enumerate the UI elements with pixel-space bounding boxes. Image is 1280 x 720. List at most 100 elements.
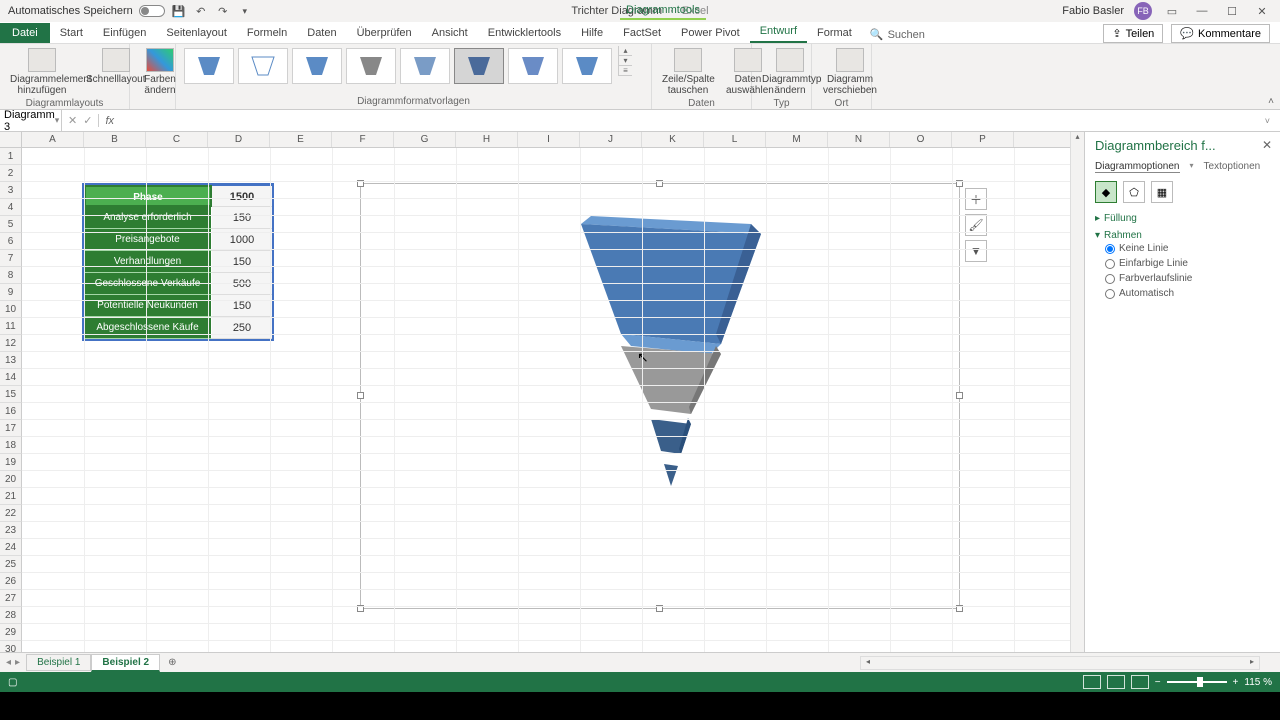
tab-data[interactable]: Daten — [297, 23, 346, 43]
cancel-icon[interactable]: ✕ — [68, 114, 77, 127]
column-header[interactable]: G — [394, 132, 456, 147]
column-header[interactable]: C — [146, 132, 208, 147]
row-header[interactable]: 3 — [0, 182, 22, 199]
chart-style-4[interactable] — [346, 48, 396, 84]
tab-start[interactable]: Start — [50, 23, 93, 43]
column-header[interactable]: P — [952, 132, 1014, 147]
row-header[interactable]: 23 — [0, 522, 22, 539]
row-header[interactable]: 29 — [0, 624, 22, 641]
maximize-icon[interactable]: ☐ — [1222, 5, 1242, 18]
row-header[interactable]: 14 — [0, 369, 22, 386]
column-header[interactable]: M — [766, 132, 828, 147]
row-header[interactable]: 22 — [0, 505, 22, 522]
column-header[interactable]: D — [208, 132, 270, 147]
size-properties-icon[interactable]: ▦ — [1151, 181, 1173, 203]
worksheet[interactable]: ABCDEFGHIJKLMNOP 12345678910111213141516… — [0, 132, 1070, 652]
zoom-slider[interactable] — [1167, 681, 1227, 683]
row-header[interactable]: 24 — [0, 539, 22, 556]
minimize-icon[interactable]: ― — [1192, 5, 1212, 17]
row-header[interactable]: 13 — [0, 352, 22, 369]
tab-help[interactable]: Hilfe — [571, 23, 613, 43]
row-header[interactable]: 27 — [0, 590, 22, 607]
row-header[interactable]: 19 — [0, 454, 22, 471]
tab-factset[interactable]: FactSet — [613, 23, 671, 43]
chart-style-5[interactable] — [400, 48, 450, 84]
tab-developer[interactable]: Entwicklertools — [478, 23, 571, 43]
tell-me-search[interactable]: 🔍 Suchen — [862, 26, 933, 43]
page-break-view-icon[interactable] — [1131, 675, 1149, 689]
record-macro-icon[interactable]: ▢ — [8, 677, 17, 688]
chart-style-2[interactable] — [238, 48, 288, 84]
autosave-toggle[interactable] — [139, 5, 165, 17]
horizontal-scrollbar[interactable]: ◂▸ — [860, 656, 1260, 670]
comments-button[interactable]: 💬 Kommentare — [1171, 24, 1270, 43]
chart-style-3[interactable] — [292, 48, 342, 84]
add-sheet-icon[interactable]: ⊕ — [160, 657, 184, 668]
close-icon[interactable]: ✕ — [1252, 5, 1272, 18]
tab-insert[interactable]: Einfügen — [93, 23, 156, 43]
pane-tab-text-options[interactable]: Textoptionen — [1204, 161, 1261, 173]
user-avatar[interactable]: FB — [1134, 2, 1152, 20]
gallery-scroll[interactable]: ▴▾≡ — [618, 46, 632, 76]
tab-review[interactable]: Überprüfen — [347, 23, 422, 43]
chart-style-6[interactable] — [454, 48, 504, 84]
qat-customize-icon[interactable]: ▾ — [237, 3, 253, 19]
row-header[interactable]: 28 — [0, 607, 22, 624]
tab-pagelayout[interactable]: Seitenlayout — [156, 23, 237, 43]
border-option-none[interactable]: Keine Linie — [1095, 241, 1270, 256]
page-layout-view-icon[interactable] — [1107, 675, 1125, 689]
row-header[interactable]: 5 — [0, 216, 22, 233]
border-option-gradient[interactable]: Farbverlaufslinie — [1095, 271, 1270, 286]
sheet-tab[interactable]: Beispiel 1 — [26, 654, 91, 671]
zoom-level[interactable]: 115 % — [1244, 677, 1272, 688]
save-icon[interactable]: 💾 — [171, 3, 187, 19]
column-header[interactable]: I — [518, 132, 580, 147]
row-header[interactable]: 8 — [0, 267, 22, 284]
zoom-in-icon[interactable]: + — [1233, 677, 1239, 688]
expand-formula-bar-icon[interactable]: ˅ — [1265, 116, 1280, 126]
row-header[interactable]: 9 — [0, 284, 22, 301]
tab-powerpivot[interactable]: Power Pivot — [671, 23, 750, 43]
border-option-solid[interactable]: Einfarbige Linie — [1095, 256, 1270, 271]
row-header[interactable]: 21 — [0, 488, 22, 505]
ribbon-display-icon[interactable]: ▭ — [1162, 5, 1182, 18]
column-header[interactable]: N — [828, 132, 890, 147]
column-header[interactable]: L — [704, 132, 766, 147]
border-section-header[interactable]: ▾ Rahmen — [1095, 230, 1270, 241]
pane-tab-chart-options[interactable]: Diagrammoptionen — [1095, 161, 1180, 173]
row-header[interactable]: 15 — [0, 386, 22, 403]
row-header[interactable]: 17 — [0, 420, 22, 437]
column-header[interactable]: A — [22, 132, 84, 147]
close-pane-icon[interactable]: ✕ — [1262, 138, 1272, 152]
enter-icon[interactable]: ✓ — [83, 114, 92, 127]
border-option-auto[interactable]: Automatisch — [1095, 286, 1270, 301]
undo-icon[interactable]: ↶ — [193, 3, 209, 19]
add-chart-element-button[interactable]: Diagrammelement hinzufügen — [6, 46, 78, 98]
row-header[interactable]: 2 — [0, 165, 22, 182]
row-header[interactable]: 25 — [0, 556, 22, 573]
row-header[interactable]: 1 — [0, 148, 22, 165]
column-header[interactable]: H — [456, 132, 518, 147]
fx-icon[interactable]: fx — [99, 115, 120, 127]
column-header[interactable]: E — [270, 132, 332, 147]
sheet-nav-prev-icon[interactable]: ◂ — [6, 657, 11, 668]
tab-design[interactable]: Entwurf — [750, 21, 807, 43]
tab-formulas[interactable]: Formeln — [237, 23, 297, 43]
sheet-nav-next-icon[interactable]: ▸ — [15, 657, 20, 668]
sheet-tab[interactable]: Beispiel 2 — [91, 654, 160, 672]
move-chart-button[interactable]: Diagramm verschieben — [818, 46, 882, 98]
column-header[interactable]: B — [84, 132, 146, 147]
effects-icon[interactable]: ⬠ — [1123, 181, 1145, 203]
column-header[interactable]: F — [332, 132, 394, 147]
row-header[interactable]: 11 — [0, 318, 22, 335]
column-header[interactable]: J — [580, 132, 642, 147]
switch-row-column-button[interactable]: Zeile/Spalte tauschen — [658, 46, 718, 98]
collapse-ribbon-icon[interactable]: ˄ — [1268, 96, 1274, 107]
column-header[interactable]: O — [890, 132, 952, 147]
vertical-scrollbar[interactable]: ▴ — [1070, 132, 1084, 652]
chart-style-8[interactable] — [562, 48, 612, 84]
row-header[interactable]: 4 — [0, 199, 22, 216]
row-header[interactable]: 16 — [0, 403, 22, 420]
chart-style-1[interactable] — [184, 48, 234, 84]
select-all-corner[interactable] — [0, 132, 22, 147]
